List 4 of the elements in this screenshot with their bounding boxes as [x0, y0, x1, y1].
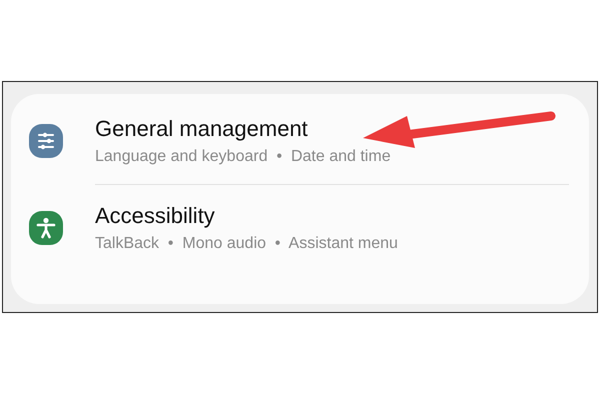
setting-title[interactable]: Accessibility	[95, 203, 215, 229]
setting-subtitle: Language and keyboard • Date and time	[95, 148, 391, 166]
setting-title[interactable]: General management	[95, 116, 308, 142]
setting-subtitle: TalkBack • Mono audio • Assistant menu	[95, 235, 398, 253]
